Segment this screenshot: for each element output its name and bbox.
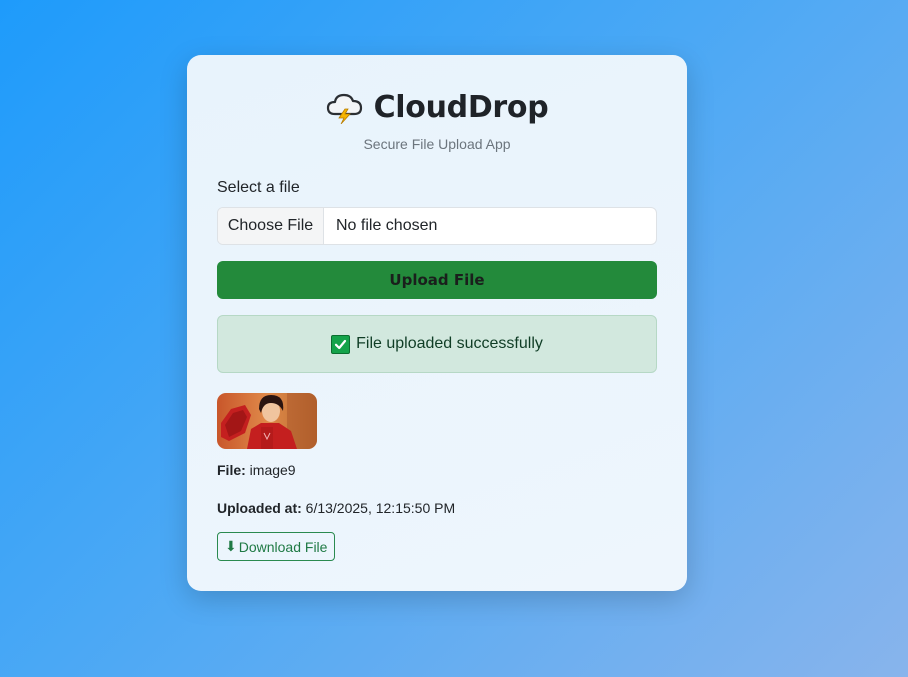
app-title: CloudDrop (373, 89, 549, 125)
file-name-value: image9 (249, 462, 296, 478)
check-icon (331, 334, 351, 354)
choose-file-button[interactable]: Choose File (218, 208, 324, 244)
brand-header: CloudDrop (217, 89, 657, 125)
download-arrow-icon: ⬇ (225, 538, 237, 554)
upload-file-button[interactable]: Upload File (217, 261, 657, 299)
uploaded-at-label: Uploaded at: (217, 500, 302, 516)
success-alert: File uploaded successfully (217, 315, 657, 373)
file-input[interactable]: Choose File No file chosen (217, 207, 657, 245)
file-field-label: Select a file (217, 179, 300, 196)
uploaded-at-value: 6/13/2025, 12:15:50 PM (305, 500, 456, 516)
upload-card: CloudDrop Secure File Upload App Select … (187, 55, 687, 591)
file-status-text: No file chosen (336, 217, 438, 234)
download-file-button[interactable]: ⬇ Download File (217, 532, 336, 561)
app-subtitle: Secure File Upload App (363, 136, 511, 152)
alert-message: File uploaded successfully (356, 335, 543, 352)
download-button-label: Download File (238, 538, 328, 555)
cloud-lightning-icon (326, 90, 364, 125)
uploaded-at-row: Uploaded at: 6/13/2025, 12:15:50 PM (217, 500, 657, 518)
uploaded-image-thumbnail (217, 393, 317, 449)
file-name-row: File: image9 (217, 462, 657, 480)
file-name-label: File: (217, 462, 246, 478)
